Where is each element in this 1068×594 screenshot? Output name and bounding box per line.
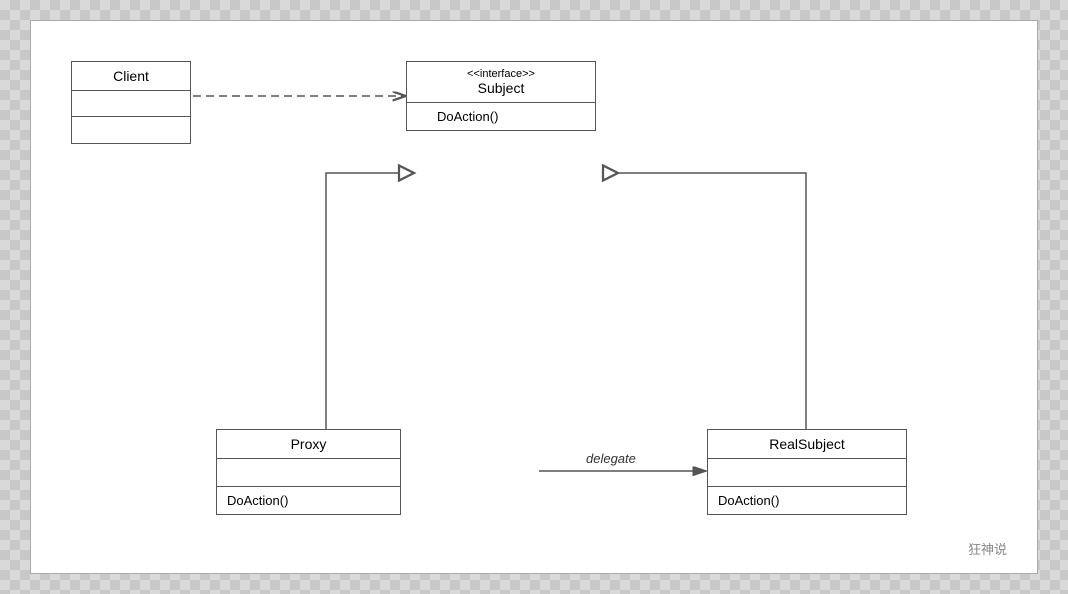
- subject-box: <<interface>> Subject DoAction(): [406, 61, 596, 131]
- watermark: 狂神说: [968, 539, 1007, 558]
- realsubject-header: RealSubject: [708, 430, 906, 459]
- main-container: Client <<interface>> Subject DoAction() …: [0, 0, 1068, 594]
- client-header: Client: [72, 62, 190, 91]
- client-section2: [72, 117, 190, 143]
- proxy-method-label: DoAction(): [227, 493, 288, 508]
- subject-stereotype: <<interface>>: [417, 68, 585, 80]
- client-section1: [72, 91, 190, 117]
- client-name: Client: [113, 68, 149, 84]
- proxy-method: DoAction(): [217, 487, 400, 514]
- delegate-label: delegate: [586, 451, 636, 466]
- realsubject-name: RealSubject: [769, 436, 845, 452]
- proxy-box: Proxy DoAction(): [216, 429, 401, 515]
- realsubject-method-label: DoAction(): [718, 493, 779, 508]
- subject-method: DoAction(): [407, 103, 595, 130]
- subject-header: <<interface>> Subject: [407, 62, 595, 103]
- subject-name: Subject: [478, 80, 525, 96]
- realsubject-method: DoAction(): [708, 487, 906, 514]
- proxy-name: Proxy: [291, 436, 327, 452]
- realsubject-box: RealSubject DoAction(): [707, 429, 907, 515]
- subject-method-label: DoAction(): [437, 109, 498, 124]
- proxy-section1: [217, 459, 400, 487]
- diagram-area: Client <<interface>> Subject DoAction() …: [30, 20, 1038, 574]
- realsubject-section1: [708, 459, 906, 487]
- delegate-text: delegate: [586, 451, 636, 466]
- proxy-header: Proxy: [217, 430, 400, 459]
- watermark-text: 狂神说: [968, 542, 1007, 557]
- client-box: Client: [71, 61, 191, 144]
